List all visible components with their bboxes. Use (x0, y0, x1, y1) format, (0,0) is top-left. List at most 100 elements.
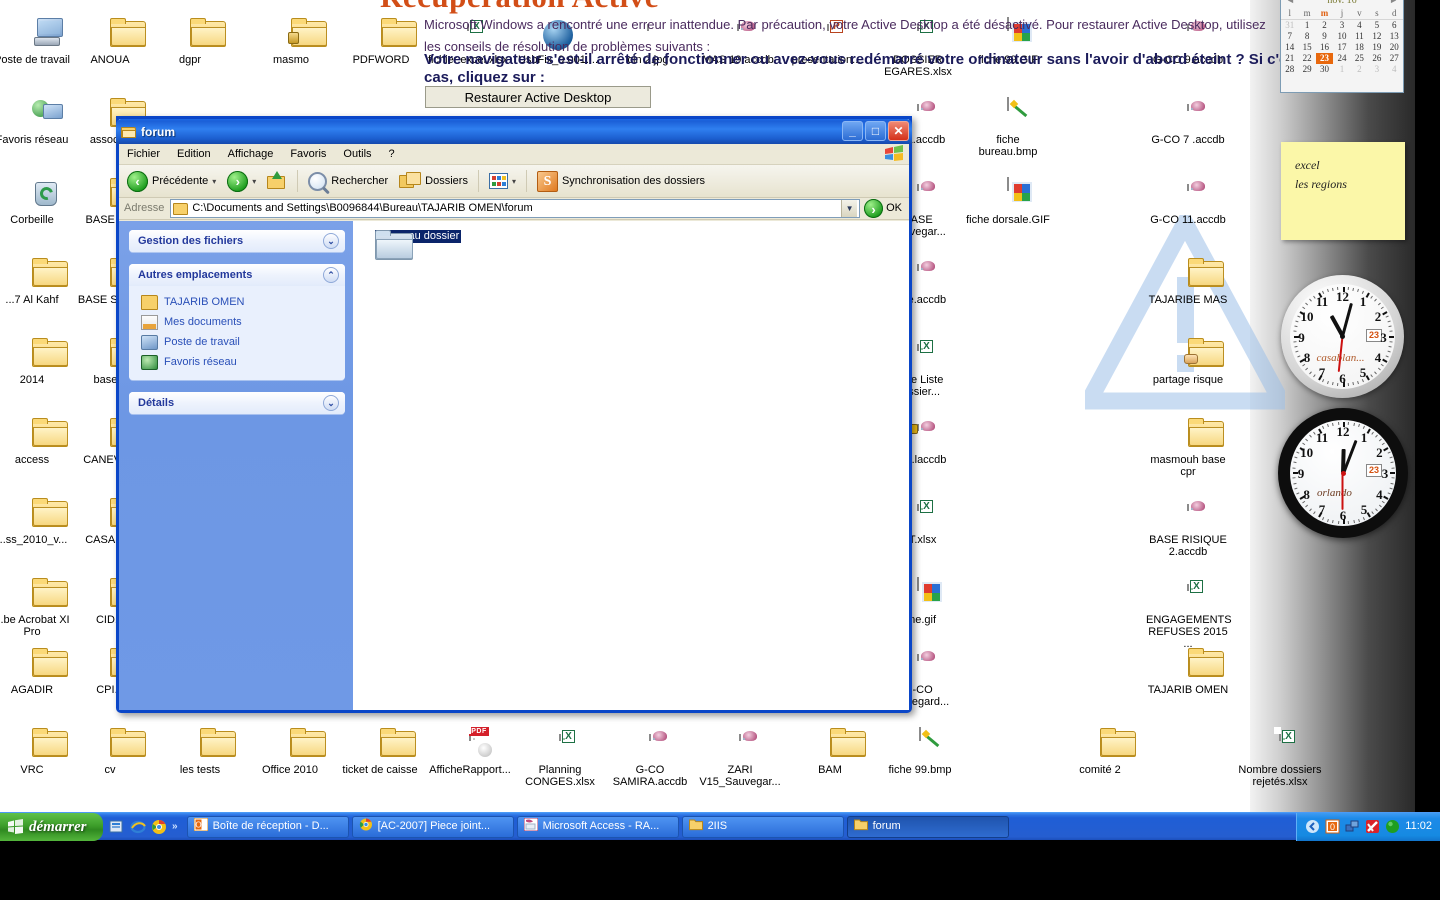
task-list[interactable]: O Boîte de réception - D... [AC-2007] Piec… (184, 815, 1297, 838)
calendar-day[interactable]: 9 (1316, 31, 1333, 42)
desktop-icon[interactable]: G-CO 11.accdb (1146, 177, 1230, 226)
calendar-day[interactable]: 28 (1281, 64, 1298, 75)
desktop-icon[interactable]: X ENGAGEMENTS REFUSES 2015 ... (1146, 577, 1232, 650)
desktop-icon[interactable]: ZARI V15_Sauvegar... (698, 727, 782, 788)
desktop-icon[interactable]: Favoris réseau (0, 98, 74, 146)
desktop-icon[interactable]: PDFWORD (339, 18, 423, 66)
desktop-icon[interactable]: G-CO SAMIRA.accdb (608, 727, 692, 788)
calendar-day[interactable]: 1 (1298, 20, 1315, 32)
tray-clock[interactable]: 11:02 (1405, 820, 1432, 833)
calendar-day[interactable]: 5 (1368, 20, 1385, 32)
desktop-icon[interactable]: Poste de travail (0, 18, 74, 66)
calendar-day[interactable]: 27 (1386, 53, 1403, 64)
file-item[interactable]: Nouveau dossier (363, 230, 473, 260)
taskbar-task[interactable]: forum (846, 815, 1009, 838)
go-button[interactable]: › OK (864, 199, 906, 218)
desktop-icon[interactable]: BASE RISIQUE 2.accdb (1146, 497, 1230, 558)
show-hidden-icon[interactable] (1305, 819, 1320, 834)
calendar-day[interactable]: 21 (1281, 53, 1298, 64)
chrome-icon[interactable] (151, 819, 167, 835)
window-controls[interactable]: _ □ ✕ (842, 121, 909, 141)
antivirus-icon[interactable] (1365, 819, 1380, 834)
sidebar-panel[interactable]: Autres emplacements ⌃ TAJARIB OMEN Mes docu… (129, 264, 345, 380)
explorer-sidebar[interactable]: Gestion des fichiers ⌄ Autres emplacements… (119, 221, 353, 710)
back-button[interactable]: ‹ Précédente ▾ (123, 168, 220, 194)
calendar-day[interactable]: 18 (1351, 42, 1368, 53)
desktop-icon[interactable]: ANOUA (68, 18, 152, 66)
desktop-icon[interactable]: Corbeille (0, 178, 74, 226)
explorer-window[interactable]: forum _ □ ✕ Fichier Edition Affichage Fa… (116, 116, 912, 713)
sidebar-link[interactable]: Favoris réseau (141, 352, 337, 372)
sidebar-link[interactable]: Poste de travail (141, 332, 337, 352)
desktop-icon[interactable]: BAM (788, 728, 872, 776)
calendar-day[interactable]: 25 (1351, 53, 1368, 64)
views-button[interactable]: ▾ (485, 168, 520, 194)
sidebar-link[interactable]: Mes documents (141, 312, 337, 332)
calendar-day[interactable]: 29 (1298, 64, 1315, 75)
folders-button[interactable]: Dossiers (395, 168, 472, 194)
calendar-day[interactable]: 6 (1386, 20, 1403, 32)
calendar-day[interactable]: 1 (1333, 64, 1350, 75)
chevron-down-icon[interactable]: ▾ (512, 175, 516, 188)
calendar-next-icon[interactable]: ► (1389, 0, 1398, 6)
desktop-icon[interactable]: comité 2 (1058, 728, 1142, 776)
menu-bar[interactable]: Fichier Edition Affichage Favoris Outils… (119, 144, 909, 165)
desktop-icon[interactable]: cv (68, 728, 152, 776)
sidebar-panel[interactable]: Gestion des fichiers ⌄ (129, 230, 345, 252)
desktop-icon[interactable]: G-CO 7 .accdb (1146, 97, 1230, 146)
taskbar[interactable]: démarrer » O Boîte de réception - D... [AC… (0, 812, 1440, 841)
desktop-icon[interactable]: TAJARIBE MAS (1146, 258, 1230, 306)
chevron-down-icon[interactable]: ▾ (212, 175, 216, 188)
internet-explorer-icon[interactable] (130, 819, 146, 835)
calendar-day[interactable]: 7 (1281, 31, 1298, 42)
desktop-icon[interactable]: VRC (0, 728, 74, 776)
menu-outils[interactable]: Outils (343, 148, 371, 161)
desktop-icon[interactable]: fiche bureau.bmp (966, 97, 1050, 158)
restore-active-desktop-button[interactable]: Restaurer Active Desktop (425, 86, 651, 108)
system-tray[interactable]: 0 11:02 (1296, 812, 1440, 841)
taskbar-task[interactable]: Microsoft Access - RA... (516, 815, 679, 838)
menu-favoris[interactable]: Favoris (290, 148, 326, 161)
calendar-day[interactable]: 12 (1368, 31, 1385, 42)
chevron-down-icon[interactable]: ▾ (252, 175, 256, 188)
calendar-day[interactable]: 26 (1368, 53, 1385, 64)
menu-fichier[interactable]: Fichier (127, 148, 160, 161)
desktop-icon[interactable]: AGADIR (0, 648, 74, 696)
sidebar-panel-header[interactable]: Autres emplacements ⌃ (129, 264, 345, 286)
sidebar-panel-header[interactable]: Détails ⌄ (129, 392, 345, 414)
calendar-day[interactable]: 17 (1333, 42, 1350, 53)
calendar-day[interactable]: 2 (1351, 64, 1368, 75)
close-button[interactable]: ✕ (888, 121, 909, 141)
calendar-gadget[interactable]: ◄ nov. 16 ► lmmjvsd 31 1 2 3 4 5 6 7 8 9 10 11 12 13 1… (1280, 0, 1404, 93)
address-bar[interactable]: Adresse C:\Documents and Settings\B00968… (119, 198, 909, 220)
minimize-button[interactable]: _ (842, 121, 863, 141)
desktop-icon[interactable]: 2014 (0, 338, 74, 386)
desktop-icon[interactable]: fiche dorsale.GIF (966, 177, 1050, 226)
desktop-icon[interactable]: masmouh base cpr (1146, 418, 1230, 478)
desktop-icon[interactable]: access (0, 418, 74, 466)
taskbar-task[interactable]: 2IIS (681, 815, 844, 838)
calendar-day[interactable]: 15 (1298, 42, 1315, 53)
up-button[interactable] (263, 168, 291, 194)
shield-icon[interactable]: 0 (1325, 819, 1340, 834)
desktop[interactable]: Poste de travail ANOUA dgpr masmo PDFWORD Xfi… (0, 0, 1415, 812)
window-titlebar[interactable]: forum _ □ ✕ (116, 119, 912, 144)
chevron-up-icon[interactable]: ⌃ (323, 267, 339, 283)
maximize-button[interactable]: □ (865, 121, 886, 141)
menu-edition[interactable]: Edition (177, 148, 211, 161)
desktop-icon[interactable]: PDF AfficheRapport... (428, 727, 512, 776)
file-list-pane[interactable]: Nouveau dossier (353, 221, 909, 710)
sidebar-link[interactable]: TAJARIB OMEN (141, 292, 337, 312)
desktop-icon[interactable]: ...be Acrobat XI Pro (0, 578, 74, 638)
calendar-day[interactable]: 19 (1368, 42, 1385, 53)
start-button[interactable]: démarrer (0, 812, 103, 841)
calendar-day[interactable]: 4 (1386, 64, 1403, 75)
taskbar-task[interactable]: [AC-2007] Piece joint... (351, 815, 514, 838)
calendar-day[interactable]: 14 (1281, 42, 1298, 53)
calendar-day[interactable]: 4 (1351, 20, 1368, 32)
calendar-day[interactable]: 22 (1298, 53, 1315, 64)
calendar-day[interactable]: 31 (1281, 20, 1298, 32)
desktop-icon[interactable]: les tests (158, 728, 242, 776)
calendar-day[interactable]: 2 (1316, 20, 1333, 32)
calendar-day[interactable]: 23 (1315, 53, 1334, 64)
